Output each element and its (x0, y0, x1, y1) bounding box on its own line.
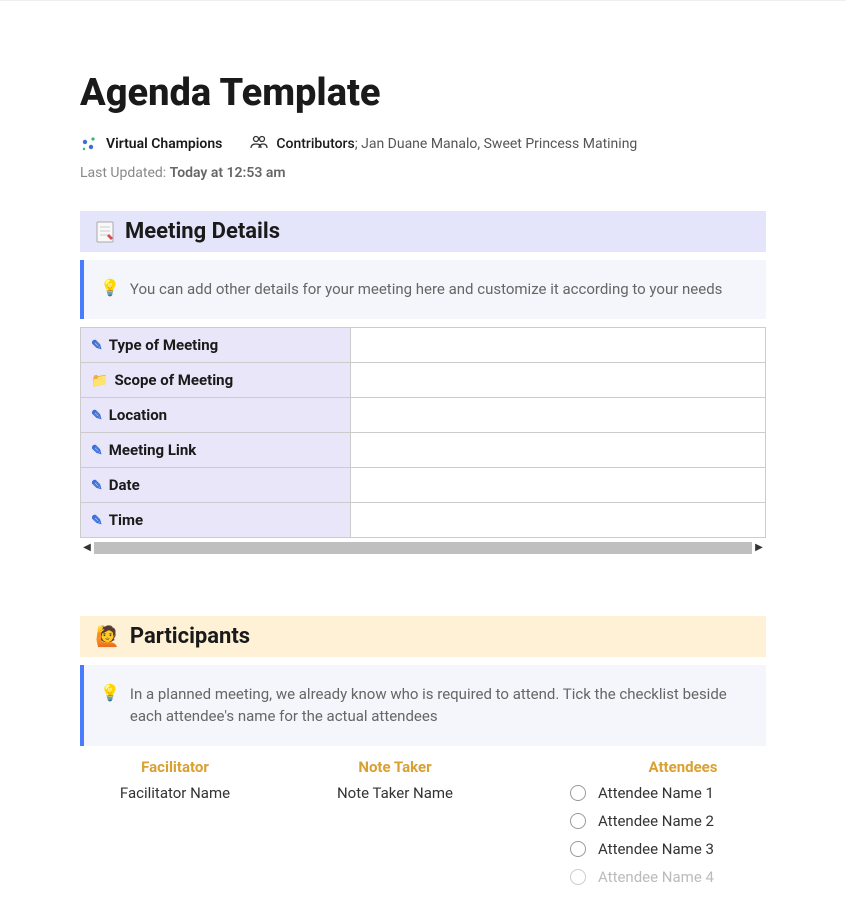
facilitator-column: Facilitator Facilitator Name (80, 758, 270, 896)
workspace-icon (80, 135, 98, 153)
pen-icon: ✎ (91, 513, 103, 529)
attendee-checkbox[interactable] (570, 841, 586, 857)
folder-icon: 📁 (91, 373, 108, 389)
attendee-checkbox[interactable] (570, 785, 586, 801)
notepad-icon (95, 220, 115, 244)
page-title: Agenda Template (80, 71, 766, 115)
table-value[interactable] (351, 502, 766, 537)
attendee-name: Attendee Name 4 (598, 868, 714, 886)
attendee-name: Attendee Name 2 (598, 812, 714, 830)
scroll-right-arrow-icon[interactable]: ▶ (752, 541, 766, 555)
contributors-icon (250, 135, 268, 153)
attendee-row[interactable]: Attendee Name 3 (570, 840, 714, 858)
lightbulb-icon: 💡 (100, 278, 120, 297)
pen-icon: ✎ (91, 443, 103, 459)
participants-columns: Facilitator Facilitator Name Note Taker … (80, 758, 766, 896)
attendees-header: Attendees (649, 758, 718, 776)
table-row[interactable]: ✎Type of Meeting (81, 327, 766, 362)
scrollbar-track[interactable] (94, 542, 752, 554)
table-row[interactable]: ✎Date (81, 467, 766, 502)
table-row[interactable]: ✎Location (81, 397, 766, 432)
attendee-row[interactable]: Attendee Name 4 (570, 868, 714, 886)
table-row[interactable]: 📁Scope of Meeting (81, 362, 766, 397)
notetaker-value[interactable]: Note Taker Name (337, 784, 453, 802)
notetaker-header: Note Taker (358, 758, 431, 776)
facilitator-header: Facilitator (141, 758, 209, 776)
workspace-name: Virtual Champions (106, 136, 222, 152)
attendee-checkbox[interactable] (570, 813, 586, 829)
notetaker-column: Note Taker Note Taker Name (270, 758, 520, 896)
scroll-left-arrow-icon[interactable]: ◀ (80, 541, 94, 555)
last-updated: Last Updated: Today at 12:53 am (80, 165, 766, 181)
attendee-row[interactable]: Attendee Name 1 (570, 784, 714, 802)
attendee-name: Attendee Name 3 (598, 840, 714, 858)
pen-icon: ✎ (91, 408, 103, 424)
attendee-checkbox[interactable] (570, 869, 586, 885)
raising-hand-icon: 🙋 (95, 624, 120, 648)
pen-icon: ✎ (91, 338, 103, 354)
attendee-name: Attendee Name 1 (598, 784, 714, 802)
table-value[interactable] (351, 467, 766, 502)
facilitator-value[interactable]: Facilitator Name (120, 784, 230, 802)
pen-icon: ✎ (91, 478, 103, 494)
attendees-column: Attendees Attendee Name 1 Attendee Name … (520, 758, 766, 896)
meeting-details-tip: 💡 You can add other details for your mee… (80, 260, 766, 319)
meta-row: Virtual Champions Contributors; Jan Duan… (80, 135, 766, 153)
document-container: Agenda Template Virtual Champions Contri… (0, 31, 846, 916)
table-value[interactable] (351, 362, 766, 397)
meeting-details-table: ✎Type of Meeting 📁Scope of Meeting ✎Loca… (80, 327, 766, 538)
meeting-details-header: Meeting Details (80, 211, 766, 252)
contributors-names: ; Jan Duane Manalo, Sweet Princess Matin… (355, 136, 638, 152)
horizontal-scrollbar[interactable]: ◀ ▶ (80, 540, 766, 556)
participants-header: 🙋 Participants (80, 616, 766, 657)
table-value[interactable] (351, 397, 766, 432)
lightbulb-icon: 💡 (100, 683, 120, 702)
attendee-row[interactable]: Attendee Name 2 (570, 812, 714, 830)
table-row[interactable]: ✎Meeting Link (81, 432, 766, 467)
participants-tip: 💡 In a planned meeting, we already know … (80, 665, 766, 746)
contributors-label: Contributors; Jan Duane Manalo, Sweet Pr… (276, 136, 637, 152)
table-value[interactable] (351, 327, 766, 362)
table-value[interactable] (351, 432, 766, 467)
table-row[interactable]: ✎Time (81, 502, 766, 537)
